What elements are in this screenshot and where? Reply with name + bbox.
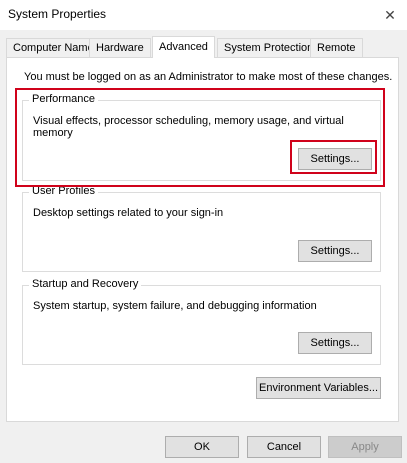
- user-profiles-group: User Profiles Desktop settings related t…: [22, 185, 381, 272]
- title-bar: System Properties ✕: [0, 0, 407, 30]
- user-profiles-settings-button[interactable]: Settings...: [298, 240, 372, 262]
- close-icon[interactable]: ✕: [373, 0, 407, 30]
- performance-group: Performance Visual effects, processor sc…: [22, 93, 381, 181]
- performance-settings-button[interactable]: Settings...: [298, 148, 372, 170]
- tab-remote[interactable]: Remote: [310, 38, 363, 57]
- tab-computer-name[interactable]: Computer Name: [6, 38, 101, 57]
- window-title: System Properties: [8, 7, 107, 21]
- user-profiles-title: User Profiles: [29, 185, 98, 197]
- startup-recovery-description: System startup, system failure, and debu…: [33, 300, 317, 312]
- ok-button[interactable]: OK: [165, 436, 239, 458]
- performance-description: Visual effects, processor scheduling, me…: [33, 115, 344, 139]
- admin-note: You must be logged on as an Administrato…: [24, 71, 393, 83]
- apply-button: Apply: [328, 436, 402, 458]
- startup-recovery-title: Startup and Recovery: [29, 278, 142, 290]
- performance-title: Performance: [29, 93, 98, 105]
- cancel-button[interactable]: Cancel: [247, 436, 321, 458]
- user-profiles-description: Desktop settings related to your sign-in: [33, 207, 224, 219]
- environment-variables-button[interactable]: Environment Variables...: [256, 377, 381, 399]
- startup-recovery-settings-button[interactable]: Settings...: [298, 332, 372, 354]
- startup-recovery-group: Startup and Recovery System startup, sys…: [22, 278, 381, 365]
- tab-hardware[interactable]: Hardware: [89, 38, 151, 57]
- tab-system-protection[interactable]: System Protection: [217, 38, 321, 57]
- tab-advanced[interactable]: Advanced: [152, 36, 215, 58]
